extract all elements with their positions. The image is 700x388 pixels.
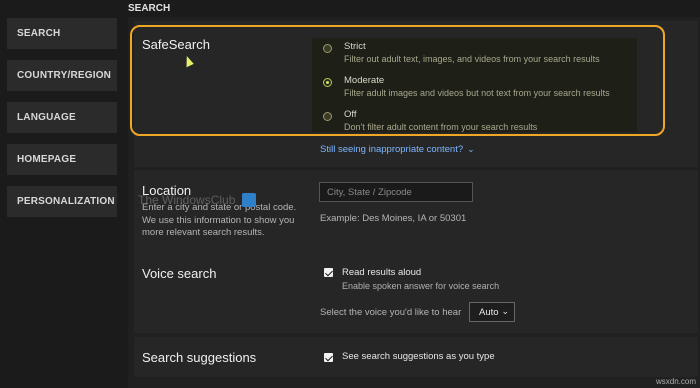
sidebar-item-personalization[interactable]: PERSONALIZATION [7, 186, 117, 217]
read-aloud-description: Enable spoken answer for voice search [342, 281, 500, 291]
location-title: Location [142, 183, 192, 198]
read-aloud-checkbox[interactable] [324, 268, 333, 277]
sidebar: SEARCH COUNTRY/REGION LANGUAGE HOMEPAGE … [0, 0, 126, 388]
search-suggestions-title: Search suggestions [142, 350, 257, 365]
voice-select-label: Select the voice you'd like to hear [320, 307, 462, 318]
sidebar-item-language[interactable]: LANGUAGE [7, 102, 117, 133]
location-input[interactable]: City, State / Zipcode [319, 182, 473, 202]
sidebar-item-search[interactable]: SEARCH [7, 18, 117, 49]
search-suggestions-checkbox[interactable] [324, 353, 333, 362]
sidebar-item-country-region[interactable]: COUNTRY/REGION [7, 60, 117, 91]
link-text[interactable]: Still seeing inappropriate content? [320, 144, 463, 155]
radio-button[interactable] [323, 112, 332, 121]
radio-label-strict: Strict [344, 41, 366, 52]
radio-description-off: Don't filter adult content from your sea… [344, 122, 538, 132]
inappropriate-content-link[interactable]: Still seeing inappropriate content? ⌄ [320, 144, 475, 155]
chevron-down-icon: ⌄ [501, 306, 509, 316]
safesearch-options: Strict Filter out adult text, images, an… [312, 38, 637, 132]
chevron-down-icon[interactable]: ⌄ [467, 144, 475, 154]
watermark-logo-icon [242, 193, 256, 207]
safesearch-title: SafeSearch [142, 37, 210, 52]
radio-label-moderate: Moderate [344, 75, 385, 86]
radio-description-strict: Filter out adult text, images, and video… [344, 54, 600, 64]
radio-label-off: Off [344, 109, 357, 120]
site-watermark: wsxdn.com [655, 377, 696, 386]
search-suggestions-label: See search suggestions as you type [342, 351, 495, 362]
location-example: Example: Des Moines, IA or 50301 [320, 213, 467, 224]
voice-select-value: Auto [479, 306, 499, 318]
read-aloud-label: Read results aloud [342, 267, 422, 278]
voice-select[interactable]: Auto ⌄ [469, 302, 515, 322]
voice-search-title: Voice search [142, 266, 217, 281]
radio-button[interactable] [323, 44, 332, 53]
sidebar-item-homepage[interactable]: HOMEPAGE [7, 144, 117, 175]
radio-description-moderate: Filter adult images and videos but not t… [344, 88, 610, 98]
voice-search-card: Voice search [134, 253, 698, 333]
location-description: Enter a city and state or postal code. W… [142, 202, 297, 238]
page-title: SEARCH [128, 3, 171, 14]
radio-button[interactable] [323, 78, 332, 87]
